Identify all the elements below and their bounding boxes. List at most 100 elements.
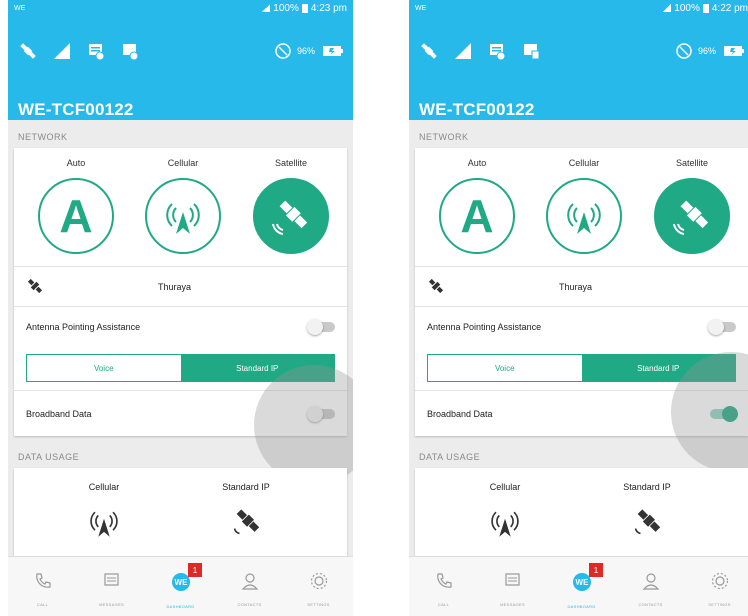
nav-call-label: CALL xyxy=(36,602,49,607)
battery-status-icon xyxy=(271,39,295,63)
clock: 4:23 pm xyxy=(310,2,347,14)
broadband-label: Broadband Data xyxy=(427,408,493,419)
nav-dashboard-label: DASHBOARD xyxy=(567,604,596,609)
satellite-usage-icon xyxy=(226,502,266,542)
signal-strength-icon[interactable] xyxy=(451,39,475,63)
usage-standard-ip-label: Standard IP xyxy=(623,482,671,492)
mode-cellular-label: Cellular xyxy=(568,158,600,168)
mode-cellular-label: Cellular xyxy=(167,158,199,168)
auto-icon[interactable]: A xyxy=(439,178,515,254)
nav-settings[interactable]: SETTINGS xyxy=(685,557,748,616)
message-nav-icon xyxy=(102,571,122,596)
data-usage-card: Cellular Standard IP xyxy=(14,468,347,560)
mode-auto[interactable]: Auto A xyxy=(36,158,116,254)
antenna-row: Antenna Pointing Assistance xyxy=(14,306,347,346)
nav-messages[interactable]: MESSAGES xyxy=(478,557,547,616)
satellite-icon[interactable] xyxy=(16,39,40,63)
network-section-title: NETWORK xyxy=(18,132,68,142)
mode-cellular[interactable]: Cellular xyxy=(143,158,223,254)
nav-contacts[interactable]: CONTACTS xyxy=(616,557,685,616)
message-icon[interactable] xyxy=(485,39,509,63)
phone-icon xyxy=(33,571,53,596)
satellite-icon[interactable] xyxy=(417,39,441,63)
message-nav-icon xyxy=(503,571,523,596)
device-battery-pct: 96% xyxy=(697,46,716,56)
mode-satellite[interactable]: Satellite xyxy=(652,158,732,254)
voice-segment[interactable]: Voice xyxy=(428,355,582,381)
data-usage-card: Cellular Standard IP xyxy=(415,468,748,560)
antenna-toggle[interactable] xyxy=(307,318,335,335)
battery-status-icon xyxy=(672,39,696,63)
message-icon[interactable] xyxy=(84,39,108,63)
nav-call[interactable]: CALL xyxy=(8,557,77,616)
usage-cellular-label: Cellular xyxy=(88,482,120,492)
usage-standard-ip-label: Standard IP xyxy=(222,482,270,492)
nav-contacts-label: CONTACTS xyxy=(638,602,663,607)
gear-icon xyxy=(710,571,730,596)
data-icon[interactable] xyxy=(519,39,543,63)
provider-row: Thuraya xyxy=(415,266,748,306)
carrier-label: WE xyxy=(14,4,26,12)
signal-strength-icon[interactable] xyxy=(50,39,74,63)
contacts-icon xyxy=(641,571,661,596)
device-title: WE-TCF00122 xyxy=(419,100,535,119)
mode-auto[interactable]: Auto A xyxy=(437,158,517,254)
network-section-title: NETWORK xyxy=(419,132,469,142)
nav-settings[interactable]: SETTINGS xyxy=(284,557,353,616)
gear-icon xyxy=(309,571,329,596)
mode-auto-label: Auto xyxy=(467,158,487,168)
battery-level: 100% xyxy=(674,2,700,14)
battery-icon xyxy=(702,3,709,13)
app-header: 96% WE-TCF00122 xyxy=(409,16,748,120)
mode-satellite[interactable]: Satellite xyxy=(251,158,331,254)
cellular-antenna-icon[interactable] xyxy=(546,178,622,254)
voice-segment[interactable]: Voice xyxy=(27,355,181,381)
phone-icon xyxy=(434,571,454,596)
phone-screen-before: WE 100% 4:23 pm 96% WE-TCF00122 NETWORK … xyxy=(8,0,353,616)
antenna-row: Antenna Pointing Assistance xyxy=(415,306,748,346)
clock: 4:22 pm xyxy=(711,2,748,14)
nav-settings-label: SETTINGS xyxy=(708,602,731,607)
status-bar: WE 100% 4:23 pm xyxy=(8,0,353,16)
notification-badge: 1 xyxy=(188,563,202,577)
bottom-navigation: CALL MESSAGES WE 1 DASHBOARD CONTACTS SE… xyxy=(8,556,353,616)
data-icon[interactable] xyxy=(118,39,142,63)
nav-settings-label: SETTINGS xyxy=(307,602,330,607)
provider-satellite-icon xyxy=(26,277,44,297)
nav-messages-label: MESSAGES xyxy=(99,602,124,607)
provider-name: Thuraya xyxy=(558,281,593,292)
usage-cellular-label: Cellular xyxy=(489,482,521,492)
cellular-antenna-icon[interactable] xyxy=(145,178,221,254)
comparison-stage: WE 100% 4:23 pm 96% WE-TCF00122 NETWORK … xyxy=(0,0,748,616)
provider-row: Thuraya xyxy=(14,266,347,306)
cellular-usage-icon xyxy=(485,502,525,542)
mode-satellite-label: Satellite xyxy=(274,158,308,168)
app-header: 96% WE-TCF00122 xyxy=(8,16,353,120)
provider-name: Thuraya xyxy=(157,281,192,292)
auto-icon[interactable]: A xyxy=(38,178,114,254)
usage-cellular: Cellular xyxy=(54,482,154,542)
notification-badge: 1 xyxy=(589,563,603,577)
provider-satellite-icon xyxy=(427,277,445,297)
antenna-label: Antenna Pointing Assistance xyxy=(427,321,542,332)
nav-contacts[interactable]: CONTACTS xyxy=(215,557,284,616)
phone-screen-after: WE 100% 4:22 pm 96% WE-TCF00122 NETWORK … xyxy=(409,0,748,616)
mode-cellular[interactable]: Cellular xyxy=(544,158,624,254)
mode-satellite-label: Satellite xyxy=(675,158,709,168)
usage-standard-ip: Standard IP xyxy=(196,482,296,542)
svg-text:WE: WE xyxy=(174,578,188,587)
satellite-mode-icon[interactable] xyxy=(654,178,730,254)
usage-standard-ip: Standard IP xyxy=(597,482,697,542)
status-bar: WE 100% 4:22 pm xyxy=(409,0,748,16)
antenna-label: Antenna Pointing Assistance xyxy=(26,321,141,332)
nav-messages[interactable]: MESSAGES xyxy=(77,557,146,616)
bottom-navigation: CALL MESSAGES WE 1 DASHBOARD CONTACTS SE… xyxy=(409,556,748,616)
nav-call[interactable]: CALL xyxy=(409,557,478,616)
nav-dashboard[interactable]: WE 1 DASHBOARD xyxy=(547,557,616,616)
nav-dashboard[interactable]: WE 1 DASHBOARD xyxy=(146,557,215,616)
cellular-usage-icon xyxy=(84,502,124,542)
mode-auto-label: Auto xyxy=(66,158,86,168)
carrier-label: WE xyxy=(415,4,427,12)
antenna-toggle[interactable] xyxy=(708,318,736,335)
satellite-mode-icon[interactable] xyxy=(253,178,329,254)
